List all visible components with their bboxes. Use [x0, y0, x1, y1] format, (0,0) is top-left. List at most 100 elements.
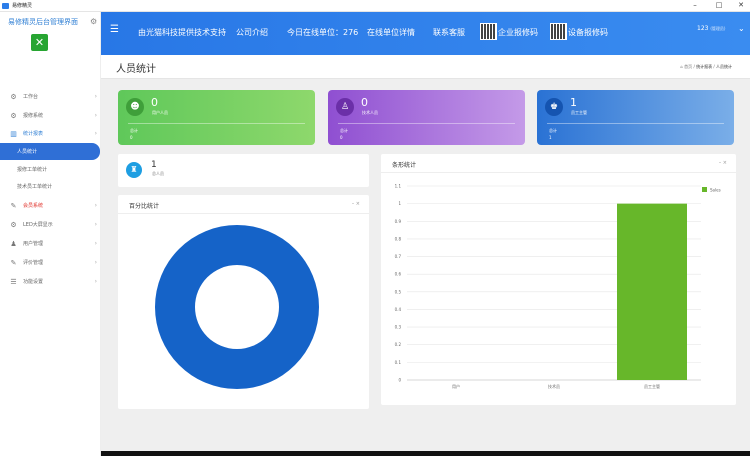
tech-icon: ♙ — [336, 98, 354, 116]
y-tick-label: 0.7 — [395, 254, 402, 259]
sidebar-item-settings[interactable]: ☰ 功能设置 › — [0, 273, 101, 290]
stat-card-supervisors: ♚ 1 员工主管 总计 1 — [537, 90, 734, 145]
sidebar-item-repair[interactable]: ⚙ 报修系统 › — [0, 107, 101, 124]
group-icon: ♜ — [126, 162, 142, 178]
online-detail-link[interactable]: 在线单位详情 — [367, 27, 415, 38]
sidebar-item-label: 会员系统 — [23, 203, 44, 209]
sidebar-item-led[interactable]: ⚙ LED大屏显示 › — [0, 216, 101, 233]
y-tick-label: 1.1 — [395, 184, 402, 189]
gears-icon: ⚙ — [10, 220, 17, 229]
minimize-button[interactable]: – — [687, 0, 703, 12]
user-role: (管理员) — [710, 26, 726, 31]
sidebar-item-workbench[interactable]: ⚙ 工作台 › — [0, 88, 101, 105]
chevron-right-icon: › — [94, 259, 97, 266]
total-staff-card: ♜ 1 总人员 — [118, 154, 369, 187]
sidebar-item-label: 评价管理 — [23, 260, 44, 266]
stat-sub-label: 总计 — [340, 128, 348, 133]
stat-number: 1 — [570, 96, 577, 109]
chevron-down-icon: › — [94, 130, 97, 137]
qr-code-icon — [550, 23, 567, 40]
stat-label: 用户人员 — [152, 110, 168, 115]
pie-slice — [155, 224, 320, 390]
brand-title: 易修精灵后台管理界面 — [8, 18, 78, 26]
gears-icon: ⚙ — [10, 111, 17, 120]
username: 123 — [697, 25, 709, 32]
divider — [338, 123, 515, 124]
sidebar-item-label: 用户管理 — [23, 241, 44, 247]
sidebar-item-reports[interactable]: ▥ 统计报表 › — [0, 125, 101, 142]
sidebar-item-member[interactable]: ✎ 会员系统 › — [0, 197, 101, 214]
supervisor-icon: ♚ — [545, 98, 563, 116]
user-menu[interactable]: 123 (管理员) — [697, 25, 726, 32]
sidebar-item-staff-stats[interactable]: 人员统计 — [0, 143, 100, 160]
device-qr-link[interactable]: 设备报修码 — [568, 27, 608, 38]
logo-icon: ✕ — [31, 34, 48, 51]
sidebar-item-reviews[interactable]: ✎ 评价管理 › — [0, 254, 101, 271]
breadcrumb-separator: / — [713, 64, 715, 69]
chevron-right-icon: › — [94, 278, 97, 285]
window-title: 易修精灵 — [12, 3, 33, 9]
sidebar-item-label: LED大屏显示 — [23, 222, 53, 228]
main-content: 人员统计 ⌂ 首页 / 统计报表 / 人员统计 ☻ 0 用户人员 总计 0 ♙ … — [101, 55, 750, 456]
edit-icon: ✎ — [10, 201, 17, 210]
qr-code-icon — [480, 23, 497, 40]
menu-icon[interactable]: ☰ — [110, 24, 119, 35]
divider — [128, 123, 305, 124]
stat-sub-value: 1 — [549, 135, 552, 140]
chevron-right-icon: › — [94, 93, 97, 100]
stat-sub-value: 0 — [130, 135, 133, 140]
y-tick-label: 0.4 — [395, 307, 402, 312]
x-tick-label: 用户 — [452, 383, 460, 389]
user-icon: ☻ — [126, 98, 144, 116]
sidebar-item-label: 功能设置 — [23, 279, 44, 285]
chevron-right-icon: › — [94, 240, 97, 247]
divider — [547, 123, 724, 124]
chevron-right-icon: › — [94, 202, 97, 209]
y-tick-label: 0.2 — [395, 342, 402, 347]
legend-label: Sales — [710, 188, 721, 193]
stat-sub-label: 总计 — [549, 128, 557, 133]
page-title: 人员统计 — [116, 64, 156, 75]
chevron-right-icon: › — [94, 112, 97, 119]
y-tick-label: 0.1 — [395, 360, 402, 365]
breadcrumb: ⌂ 首页 / 统计报表 / 人员统计 — [680, 64, 732, 70]
pie-card: 百分比统计 – × — [118, 195, 369, 409]
edit-icon: ✎ — [10, 258, 17, 267]
top-header: ☰ 由光猫科技提供技术支持 公司介绍 今日在线单位：276 在线单位详情 联系客… — [101, 12, 750, 55]
legend-swatch — [702, 187, 707, 192]
stat-number: 0 — [361, 96, 368, 109]
stat-card-users: ☻ 0 用户人员 总计 0 — [118, 90, 315, 145]
y-tick-label: 0.5 — [395, 289, 402, 294]
app-icon — [2, 2, 9, 9]
total-number: 1 — [151, 160, 157, 170]
sidebar-item-label: 工作台 — [23, 94, 39, 100]
sidebar-item-label: 统计报表 — [23, 131, 44, 137]
stat-sub-value: 0 — [340, 135, 343, 140]
gears-icon: ⚙ — [10, 92, 17, 101]
sidebar-item-users[interactable]: ♟ 用户管理 › — [0, 235, 101, 252]
window-titlebar: 易修精灵 – □ ✕ — [0, 0, 750, 12]
breadcrumb-reports[interactable]: 统计报表 — [696, 64, 712, 69]
chevron-right-icon: › — [94, 221, 97, 228]
enterprise-qr-link[interactable]: 企业报修码 — [498, 27, 538, 38]
y-tick-label: 0.6 — [395, 272, 402, 277]
about-link[interactable]: 公司介绍 — [236, 27, 268, 38]
breadcrumb-home[interactable]: ⌂ 首页 — [680, 64, 692, 69]
support-link[interactable]: 由光猫科技提供技术支持 — [138, 27, 226, 38]
stat-number: 0 — [151, 96, 158, 109]
sidebar-item-repair-order-stats[interactable]: 报修工单统计 — [0, 161, 101, 178]
total-label: 总人员 — [152, 171, 164, 176]
maximize-button[interactable]: □ — [711, 0, 727, 12]
y-tick-label: 1 — [398, 201, 401, 206]
pie-chart — [155, 224, 320, 390]
y-tick-label: 0.8 — [395, 236, 402, 241]
taskbar — [101, 451, 750, 456]
stat-card-technicians: ♙ 0 技术人员 总计 0 — [328, 90, 525, 145]
gear-icon[interactable]: ⚙ — [90, 17, 97, 26]
sidebar-item-tech-order-stats[interactable]: 技术员工单统计 — [0, 178, 101, 195]
chevron-down-icon[interactable]: ⌄ — [738, 24, 745, 33]
y-tick-label: 0 — [398, 378, 401, 383]
stat-sub-label: 总计 — [130, 128, 138, 133]
service-link[interactable]: 联系客服 — [433, 27, 465, 38]
close-button[interactable]: ✕ — [733, 0, 749, 12]
